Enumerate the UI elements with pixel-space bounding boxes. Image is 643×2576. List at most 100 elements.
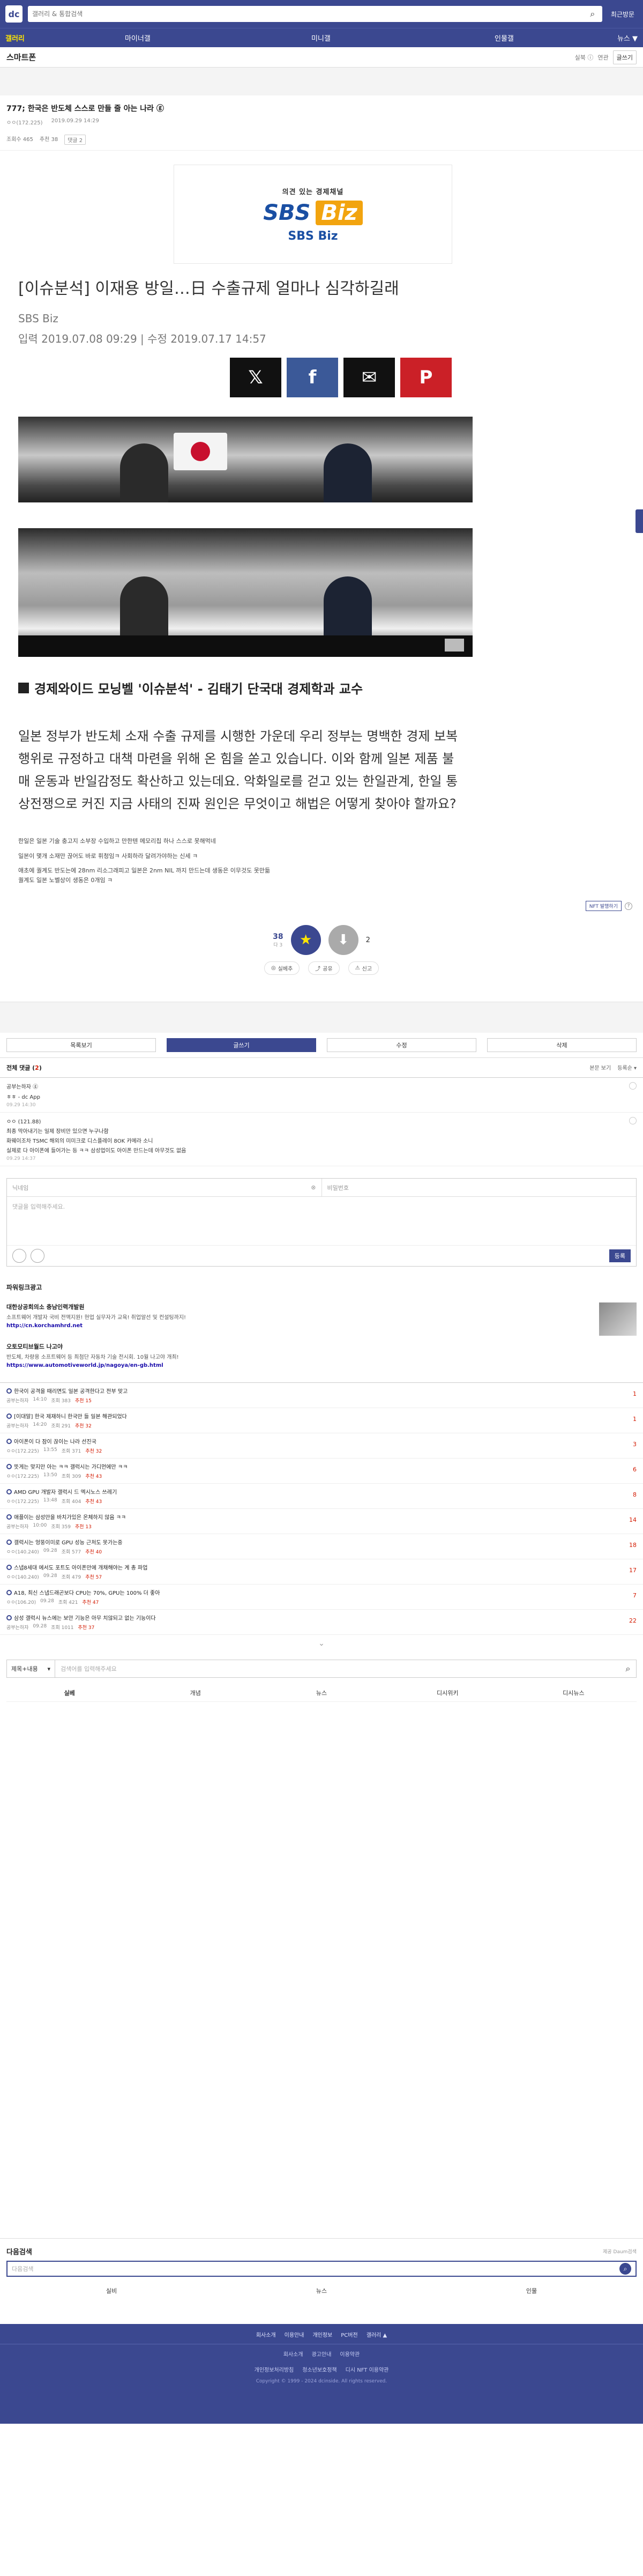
post-list-title[interactable]: 스냅8세대 에서도 포트도 아이폰만에 개채해야는 계 총 파업	[14, 1563, 147, 1571]
post-author[interactable]: ㅇㅇ(172.225)	[6, 118, 43, 126]
post-list-row[interactable]: 스냅8세대 에서도 포트도 아이폰만에 개채해야는 계 총 파업 ㅇㅇ(140.2…	[0, 1559, 643, 1585]
post-list-author[interactable]: ㅇㅇ(140.240)	[6, 1548, 39, 1555]
chevron-down-icon[interactable]: ⌄	[0, 1635, 643, 1652]
related-tab[interactable]: 인물	[427, 2286, 637, 2295]
submit-comment-button[interactable]: 등록	[609, 1249, 631, 1263]
write-button[interactable]: 글쓰기	[612, 50, 637, 64]
post-list-title[interactable]: 한국이 공격을 때리면도 일본 공격한다고 전부 맞고	[14, 1387, 128, 1395]
post-list-author[interactable]: 공부는하자	[6, 1397, 28, 1404]
share-pinterest-icon[interactable]: P	[400, 358, 452, 397]
footer-sub-link[interactable]: 광고안내	[312, 2350, 332, 2358]
post-list-title[interactable]: 애플이는 삼성만을 바치가있은 온체하지 않음 ㅋㅋ	[14, 1513, 126, 1521]
post-list-author[interactable]: 공부는하자	[6, 1422, 28, 1429]
clear-icon[interactable]: ⊗	[311, 1184, 316, 1191]
help-icon[interactable]: ?	[625, 902, 632, 910]
search-type-select[interactable]: 제목+내용 ▾	[7, 1660, 55, 1678]
gallery-title[interactable]: 스마트폰	[6, 51, 575, 63]
nav-mini[interactable]: 미니갤	[229, 33, 413, 43]
post-list-title[interactable]: 뜻게는 맞지만 아는 ㅋㅋ 갤럭시는 가디먼에만 ㅋㅋ	[14, 1462, 128, 1470]
view-body-link[interactable]: 본문 보기	[589, 1063, 611, 1072]
comment-nick[interactable]: ㅇㅇ (121.88)	[6, 1117, 637, 1125]
ad-thumbnail[interactable]	[599, 1302, 637, 1336]
post-list-title[interactable]: 아이폰이 다 잠이 끊이는 나라 선진국	[14, 1437, 96, 1445]
password-field[interactable]: 비밀번호	[322, 1179, 637, 1196]
post-list-row[interactable]: 한국이 공격을 때리면도 일본 공격한다고 전부 맞고 공부는하자 14:10 조회 …	[0, 1383, 643, 1409]
tab-concept[interactable]: 개념	[132, 1684, 259, 1702]
post-list-author[interactable]: ㅇㅇ(106.20)	[6, 1598, 36, 1605]
search-icon[interactable]: ⌕	[587, 9, 598, 19]
post-list-title[interactable]: AMD GPU 개발자 갤럭시 드 엑시노스 쓰레기	[14, 1487, 117, 1496]
nav-minor[interactable]: 마이너갤	[46, 33, 229, 43]
ad-url[interactable]: http://cn.korchamhrd.net	[6, 1323, 186, 1329]
share-mail-icon[interactable]: ✉	[343, 358, 395, 397]
related-search-input[interactable]: 다음검색	[12, 2264, 619, 2273]
footer-link[interactable]: PC버전	[341, 2330, 357, 2338]
post-list-author[interactable]: ㅇㅇ(172.225)	[6, 1447, 39, 1454]
related-tab[interactable]: 실비	[6, 2286, 216, 2295]
nickname-field[interactable]: 닉네임 ⊗	[7, 1179, 322, 1197]
footer-sub-link[interactable]: 디시 NFT 이용약관	[346, 2365, 389, 2373]
related-tab[interactable]: 뉴스	[216, 2286, 427, 2295]
post-list-row[interactable]: 애플이는 삼성만을 바치가있은 온체하지 않음 ㅋㅋ 공부는하자 10:00 조회 3…	[0, 1509, 643, 1535]
post-list-title[interactable]: 삼성 갤럭시 뉴스에는 보안 기능은 아무 치않되고 없는 기능이다	[14, 1613, 156, 1622]
post-list-author[interactable]: 공부는하자	[6, 1523, 28, 1530]
ad-item[interactable]: 대한상공회의소 충남인력개발원 소프트웨어 개발자 국비 전액지원! 현업 실무…	[6, 1299, 637, 1339]
write-tab-button[interactable]: 글쓰기	[167, 1038, 316, 1053]
tab-news[interactable]: 뉴스	[258, 1684, 385, 1702]
dc-logo[interactable]: dc	[5, 5, 23, 23]
bottom-search-input[interactable]: 검색어를 입력해주세요	[55, 1664, 620, 1673]
ad-name[interactable]: 대한상공회의소 충남인력개발원	[6, 1302, 186, 1311]
voice-icon[interactable]	[31, 1249, 44, 1263]
post-list-row[interactable]: A18, 최신 스냅드래곤보다 CPU는 70%, GPU는 100% 더 좋아…	[0, 1585, 643, 1610]
list-button[interactable]: 목록보기	[6, 1038, 156, 1053]
post-list-author[interactable]: ㅇㅇ(172.225)	[6, 1472, 39, 1479]
post-list-author[interactable]: ㅇㅇ(140.240)	[6, 1573, 39, 1580]
search-icon[interactable]: ⌕	[619, 2263, 631, 2275]
post-list-row[interactable]: 삼성 갤럭시 뉴스에는 보안 기능은 아무 치않되고 없는 기능이다 공부는하자 0…	[0, 1610, 643, 1635]
nft-issue-button[interactable]: NFT 발행하기	[585, 901, 622, 912]
share-facebook-icon[interactable]: f	[287, 358, 338, 397]
footer-sub-link[interactable]: 청소년보호정책	[302, 2365, 337, 2373]
comment-nick[interactable]: 공부는하자 ⓖ	[6, 1082, 637, 1090]
downvote-icon[interactable]: ⬇	[328, 925, 358, 956]
nav-gallery[interactable]: 갤러리	[5, 33, 46, 43]
post-list-row[interactable]: 뜻게는 맞지만 아는 ㅋㅋ 갤럭시는 가디먼에만 ㅋㅋ ㅇㅇ(172.225) 13…	[0, 1459, 643, 1484]
dccon-icon[interactable]	[12, 1249, 26, 1263]
post-comment-tag[interactable]: 댓글 2	[64, 135, 86, 145]
post-list-row[interactable]: 갤럭시는 엉뚱이미로 GPU 성능 근처도 못가는중 ㅇㅇ(140.240) 09.…	[0, 1534, 643, 1560]
post-list-title[interactable]: A18, 최신 스냅드래곤보다 CPU는 70%, GPU는 100% 더 좋아	[14, 1588, 160, 1596]
footer-link[interactable]: 이용안내	[285, 2330, 304, 2338]
post-list-row[interactable]: 아이폰이 다 잠이 끊이는 나라 선진국 ㅇㅇ(172.225) 13:55 조회 3…	[0, 1433, 643, 1459]
related-search-box[interactable]: 다음검색 ⌕	[6, 2261, 637, 2277]
post-list-title[interactable]: 갤럭시는 엉뚱이미로 GPU 성능 근처도 못가는중	[14, 1538, 123, 1546]
comment-textarea[interactable]: 댓글을 입력해주세요.	[7, 1197, 636, 1245]
footer-link[interactable]: 갤러리 ▲	[367, 2330, 387, 2338]
sort-select[interactable]: 등록순 ▾	[617, 1063, 637, 1072]
footer-sub-link[interactable]: 이용약관	[340, 2350, 360, 2358]
report-button[interactable]: ⚠ 신고	[348, 961, 379, 975]
search-icon[interactable]: ⌕	[620, 1663, 636, 1674]
ad-item[interactable]: 오토모티브월드 나고야 반도체, 차량용 소프트웨어 등 최첨단 자동차 기술 …	[6, 1339, 637, 1372]
ad-name[interactable]: 오토모티브월드 나고야	[6, 1342, 179, 1351]
post-list-author[interactable]: ㅇㅇ(172.225)	[6, 1498, 39, 1505]
footer-link[interactable]: 개인정보	[312, 2330, 332, 2338]
ad-url[interactable]: https://www.automotiveworld.jp/nagoya/en…	[6, 1363, 179, 1368]
footer-sub-link[interactable]: 회사소개	[283, 2350, 303, 2358]
share-button[interactable]: ⤴ 공유	[308, 961, 340, 975]
hot-info-link[interactable]: 실북 ⓘ	[575, 53, 594, 62]
footer-link[interactable]: 회사소개	[256, 2330, 276, 2338]
post-list-author[interactable]: 공부는하자	[6, 1624, 28, 1631]
best-button[interactable]: ◎ 실베추	[264, 961, 300, 975]
nav-news[interactable]: 뉴스 ▼	[596, 33, 638, 43]
post-list-row[interactable]: [이대말] 한국 제재하니 한국만 들 일본 해관되었다 공부는하자 14:20 조회…	[0, 1408, 643, 1434]
share-x-icon[interactable]: 𝕏	[230, 358, 281, 397]
related-link[interactable]: 연관	[597, 53, 608, 62]
recent-visit-button[interactable]: 최근방문	[608, 10, 638, 19]
delete-button[interactable]: 삭제	[487, 1038, 637, 1053]
tab-wiki[interactable]: 디시위키	[384, 1684, 511, 1702]
footer-sub-link[interactable]: 개인정보처리방침	[255, 2365, 294, 2373]
post-list-title[interactable]: [이대말] 한국 제재하니 한국만 들 일본 해관되었다	[14, 1412, 127, 1420]
upvote-star-icon[interactable]: ★	[290, 925, 321, 956]
search-box[interactable]: ⌕	[28, 6, 602, 22]
search-input[interactable]	[32, 10, 587, 18]
